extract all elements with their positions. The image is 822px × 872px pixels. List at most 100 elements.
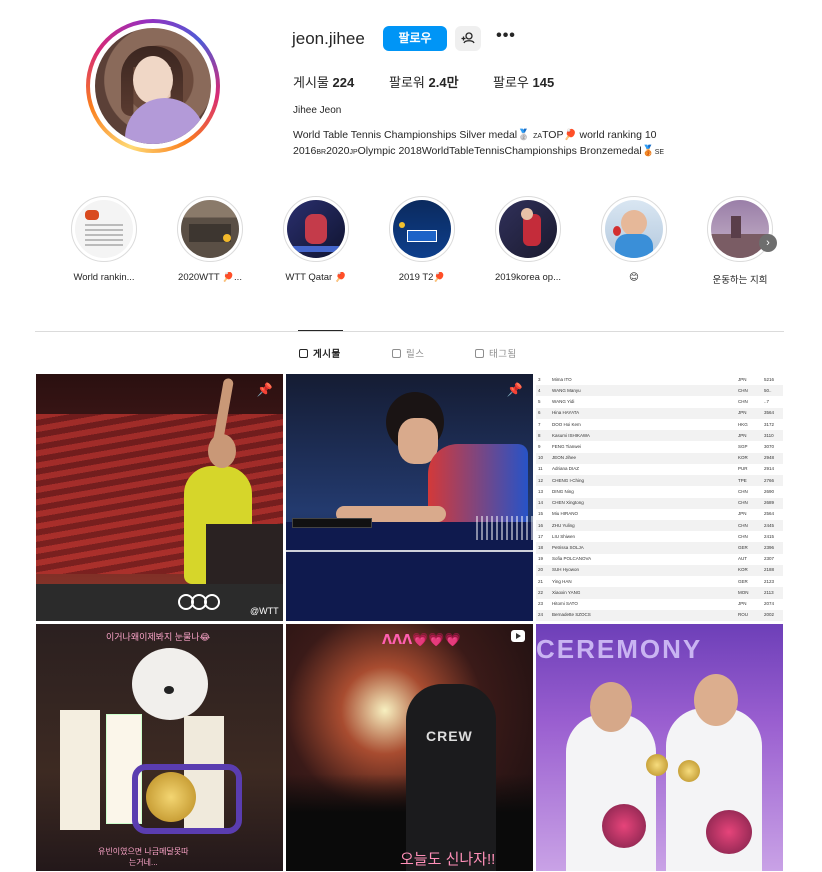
highlight-thumb <box>711 200 769 258</box>
followers-count: 2.4만 <box>428 75 459 90</box>
ranking-cell: 2689 <box>764 500 775 506</box>
avatar[interactable] <box>95 28 211 144</box>
reel-banner: ᐱᐱᐱ💗💗💗 <box>382 632 461 647</box>
highlight-ring <box>283 196 349 262</box>
ranking-row: 22 Xiaoxin YANG MON 2113 <box>536 587 783 599</box>
highlight-item[interactable]: WTT Qatar 🏓 <box>276 196 356 283</box>
post-thumbnail[interactable]: 3 Mima ITO JPN 5216 4 WANG Manyu CHN 50.. 5 WANG … <box>536 374 783 621</box>
post-thumbnail[interactable]: ᐱᐱᐱ💗💗💗 CREW 오늘도 신나자!! <box>286 624 533 871</box>
highlight-item[interactable]: 😊 <box>594 196 674 283</box>
story-text: 유빈이였으면 나금메달못따 는거네... <box>98 847 189 867</box>
ranking-cell: Kasumi ISHIKAWA <box>552 432 590 438</box>
ranking-cell: 11 <box>538 466 543 472</box>
ranking-row: 4 WANG Manyu CHN 50.. <box>536 385 783 397</box>
username: jeon.jihee <box>292 29 365 48</box>
ranking-cell: DOO Hoi Kem <box>552 421 581 427</box>
ranking-cell: SGP <box>738 443 748 449</box>
add-user-icon <box>461 32 475 44</box>
highlight-item[interactable]: 2019 T2🏓 <box>382 196 462 283</box>
ranking-cell: KOR <box>738 567 748 573</box>
table-edge <box>286 550 533 552</box>
ranking-cell: 2690 <box>764 488 775 494</box>
highlight-thumb <box>181 200 239 258</box>
photographer <box>206 524 283 584</box>
ranking-cell: AUT <box>738 556 747 562</box>
grid-icon <box>299 349 308 358</box>
highlight-item[interactable]: 2020WTT 🏓... <box>170 196 250 283</box>
post-thumbnail[interactable]: CEREMONY <box>536 624 783 871</box>
ranking-cell: Adriana DIAZ <box>552 466 580 472</box>
ranking-cell: ROU <box>738 612 748 618</box>
ranking-table: 3 Mima ITO JPN 5216 4 WANG Manyu CHN 50.. 5 WANG … <box>536 374 783 621</box>
post-thumbnail[interactable]: @WTT 📌 <box>36 374 283 621</box>
highlight-thumb <box>605 200 663 258</box>
following-stat[interactable]: 팔로우 145 <box>493 72 554 91</box>
ranking-row: 6 Hina HAYATA JPN 3564 <box>536 407 783 419</box>
ranking-cell: CHENG I-Ching <box>552 477 585 483</box>
highlight-label: 2019 T2🏓 <box>398 272 446 283</box>
more-options-icon[interactable]: ••• <box>494 27 518 49</box>
ranking-row: 20 SUH Hyowon KOR 2188 <box>536 564 783 577</box>
highlight-item[interactable]: World rankin... <box>64 196 144 283</box>
ranking-cell: TPE <box>738 477 747 483</box>
ranking-cell: 2914 <box>764 466 775 472</box>
ranking-cell: 2415 <box>764 533 775 539</box>
posts-count: 224 <box>332 75 355 90</box>
ranking-cell: 8 <box>538 432 541 438</box>
person-back <box>406 684 496 871</box>
ranking-cell: WANG Manyu <box>552 387 581 393</box>
ranking-row: 23 Hitomi SATO JPN 2074 <box>536 598 783 610</box>
tab-reels[interactable]: 릴스 <box>392 346 424 360</box>
medal-icon: 🥈 <box>517 129 531 141</box>
tab-posts-label: 게시물 <box>313 349 341 360</box>
ranking-cell: WANG Yidi <box>552 399 575 405</box>
ranking-cell: Sofia POLCANOVA <box>552 556 592 562</box>
highlights-next-button[interactable]: › <box>759 234 777 252</box>
dog-nose <box>164 686 174 694</box>
flower-bouquet <box>602 804 646 848</box>
ranking-cell: Petrissa SOLJA <box>552 545 584 551</box>
ranking-cell: GER <box>738 578 748 584</box>
jacket-text: CREW <box>426 728 473 744</box>
ranking-cell: 19 <box>538 556 544 562</box>
highlight-item[interactable]: 2019korea op... <box>488 196 568 283</box>
ranking-cell: MON <box>738 589 749 595</box>
highlight-label: WTT Qatar 🏓 <box>285 272 347 283</box>
bio-text: World Table Tennis Championships Silver … <box>293 129 518 141</box>
suggest-user-button[interactable] <box>455 26 481 51</box>
ranking-cell: CHN <box>738 522 748 528</box>
flag-br: BR <box>316 149 327 156</box>
ranking-cell: 5 <box>538 399 541 405</box>
follow-button[interactable]: 팔로우 <box>383 26 447 51</box>
ranking-cell: 6 <box>538 410 541 416</box>
reel-caption: 오늘도 신나자!! <box>400 851 496 868</box>
profile-avatar-ring[interactable] <box>86 19 220 153</box>
ranking-cell: 4 <box>538 387 541 393</box>
flower-bouquet <box>706 810 752 854</box>
flag-jp: JP <box>349 149 358 156</box>
ranking-cell: 2445 <box>764 522 775 528</box>
avatar-sweater <box>125 98 205 144</box>
olympic-rings <box>178 594 220 615</box>
post-thumbnail[interactable]: 📌 <box>286 374 533 621</box>
tab-tagged[interactable]: 태그됨 <box>475 346 517 360</box>
ranking-cell: 50.. <box>764 387 772 393</box>
tab-posts[interactable]: 게시물 <box>299 346 341 360</box>
ranking-cell: Xiaoxin YANG <box>552 589 581 595</box>
followers-stat[interactable]: 팔로워 2.4만 <box>389 72 459 91</box>
ranking-cell: 12 <box>538 477 544 483</box>
athlete-left <box>566 714 656 871</box>
ranking-cell: 2123 <box>764 578 775 584</box>
gold-medal <box>678 760 700 782</box>
ranking-cell: HKG <box>738 421 748 427</box>
ranking-cell: DING Ning <box>552 488 574 494</box>
posts-stat: 게시물 224 <box>293 72 354 91</box>
posts-label: 게시물 <box>293 75 329 90</box>
reels-icon <box>392 349 401 358</box>
ranking-cell: 22 <box>538 589 544 595</box>
post-thumbnail[interactable]: 이거나왜이제봐지 눈물나😂 유빈이였으면 나금메달못따 는거네... <box>36 624 283 871</box>
ranking-cell: GER <box>738 545 748 551</box>
ranking-cell: JEON Jihee <box>552 455 577 461</box>
ranking-row: 24 Bernadette SZOCS ROU 2002 <box>536 609 783 621</box>
ranking-cell: CHEN Xingtong <box>552 500 584 506</box>
